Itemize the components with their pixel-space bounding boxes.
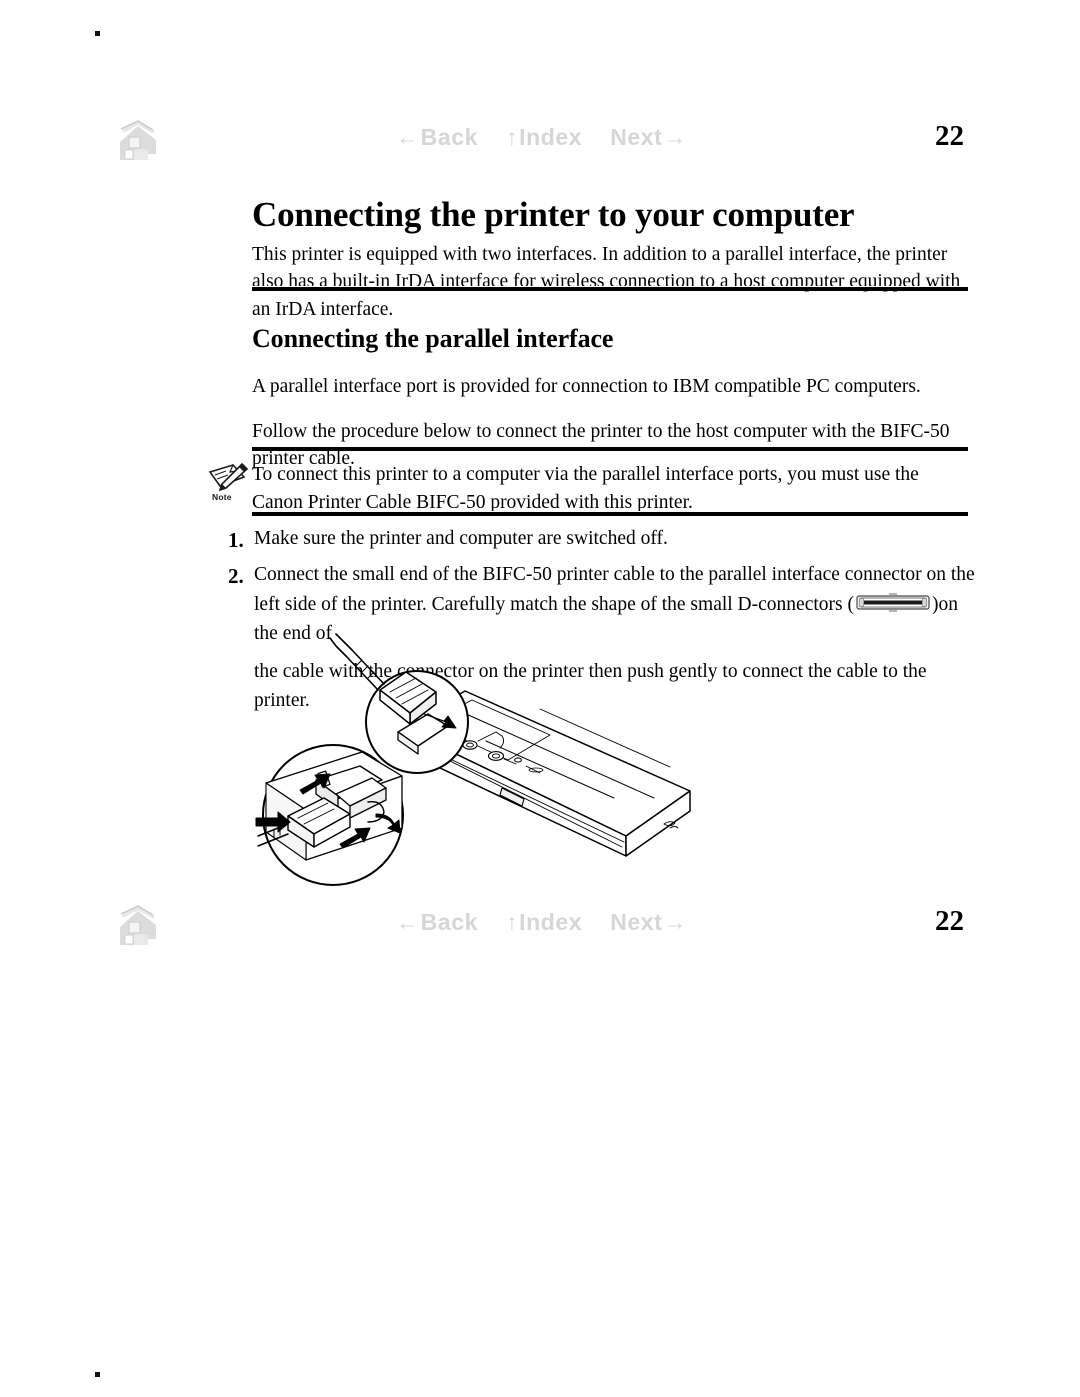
step-number-1: 1. xyxy=(228,528,244,552)
step-item-1: 1. Make sure the printer and computer ar… xyxy=(228,524,976,553)
nav-link-next-label-bottom: Next xyxy=(610,909,663,935)
divider-rule-3 xyxy=(252,511,968,516)
d-connector-icon xyxy=(855,592,931,614)
home-icon[interactable] xyxy=(112,120,164,162)
nav-link-index-bottom[interactable]: ↑ Index xyxy=(506,909,582,936)
nav-links-bottom: ← Back ↑ Index Next → xyxy=(396,909,687,936)
navigation-bar-bottom: ← Back ↑ Index Next → 22 xyxy=(0,903,1080,951)
arrow-left-icon-bottom: ← xyxy=(396,909,420,935)
step-text-1: Make sure the printer and computer are s… xyxy=(254,528,668,549)
divider-rule-2 xyxy=(252,446,968,451)
arrow-left-icon: ← xyxy=(396,124,420,150)
paragraph-1: A parallel interface port is provided fo… xyxy=(252,375,921,397)
nav-link-next[interactable]: Next → xyxy=(610,124,687,151)
note-text: To connect this printer to a computer vi… xyxy=(252,464,919,513)
nav-link-back-label-bottom: Back xyxy=(420,909,478,935)
page-title: Connecting the printer to your computer xyxy=(252,195,855,235)
note-block: Note To connect this printer to a comput… xyxy=(206,461,976,513)
navigation-bar-top: ← Back ↑ Index Next → 22 xyxy=(0,118,1080,166)
arrow-right-icon: → xyxy=(663,124,688,150)
page-number-bottom: 22 xyxy=(935,905,964,937)
intro-paragraph: This printer is equipped with two interf… xyxy=(252,243,961,320)
nav-links-top: ← Back ↑ Index Next → xyxy=(396,124,687,151)
step-number-2: 2. xyxy=(228,564,244,589)
nav-link-index-label-bottom: Index xyxy=(519,909,583,935)
nav-link-index[interactable]: ↑ Index xyxy=(506,124,582,151)
nav-link-back[interactable]: ← Back xyxy=(396,124,478,151)
arrow-right-icon-bottom: → xyxy=(663,909,688,935)
note-icon-label: Note xyxy=(212,492,232,502)
document-page: ← Back ↑ Index Next → 22 Connecting the … xyxy=(0,0,1080,1397)
nav-link-back-bottom[interactable]: ← Back xyxy=(396,909,478,936)
nav-link-index-label: Index xyxy=(519,124,583,150)
nav-link-back-label: Back xyxy=(420,124,478,150)
page-number-top: 22 xyxy=(935,120,964,152)
d-connector-icon-wrapper: ( ) xyxy=(842,592,939,615)
nav-link-next-bottom[interactable]: Next → xyxy=(610,909,687,936)
nav-link-next-label: Next xyxy=(610,124,663,150)
printer-cable-connection-diagram xyxy=(250,628,702,910)
arrow-up-icon: ↑ xyxy=(506,124,519,150)
home-icon-bottom[interactable] xyxy=(112,905,164,947)
divider-rule-1 xyxy=(252,286,968,291)
arrow-up-icon-bottom: ↑ xyxy=(506,909,519,935)
section-subheading: Connecting the parallel interface xyxy=(252,323,614,353)
